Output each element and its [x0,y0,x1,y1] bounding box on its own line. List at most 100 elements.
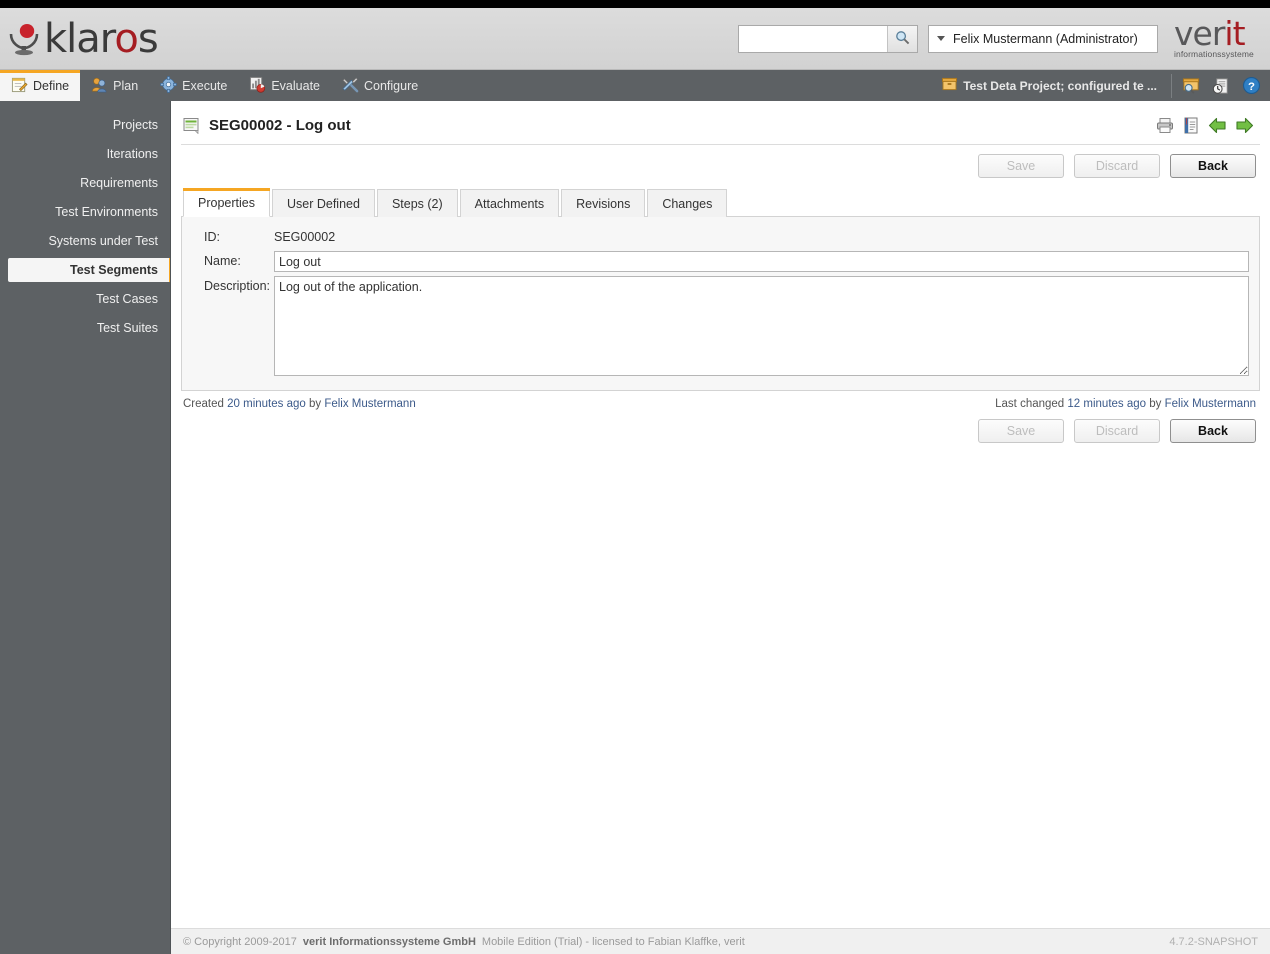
page-header: SEG00002 - Log out [181,111,1260,145]
page-action-icons [1156,117,1258,134]
current-project[interactable]: Test Deta Project; configured te ... [942,77,1167,94]
menu-item-execute[interactable]: Execute [149,70,238,101]
brand-text-1: klar [44,15,115,62]
tab-revisions[interactable]: Revisions [561,189,646,217]
description-textarea[interactable]: Log out of the application. [274,276,1249,376]
menu-label-configure: Configure [364,78,419,93]
header-right-group: Felix Mustermann (Administrator) verit i… [738,15,1270,63]
changed-time-link[interactable]: 12 minutes ago [1067,398,1146,410]
form-row-description: Description: Log out of the application. [186,276,1255,376]
changed-prefix: Last changed [995,398,1065,410]
report-icon[interactable] [1182,117,1200,134]
configure-tools-icon [342,76,359,96]
form-row-name: Name: [186,251,1255,272]
test-segment-icon [183,117,201,134]
klaros-logo-icon [8,22,40,56]
sidebar-item-projects[interactable]: Projects [0,113,170,137]
next-arrow-icon[interactable] [1235,117,1254,134]
sidebar-item-requirements[interactable]: Requirements [0,171,170,195]
footer-company: verit Informationssysteme GmbH [302,935,476,948]
menu-item-evaluate[interactable]: Evaluate [238,70,331,101]
menu-label-evaluate: Evaluate [271,78,320,93]
tab-label-properties: Properties [198,195,255,210]
created-info: Created 20 minutes ago by Felix Musterma… [183,398,416,410]
tab-label-changes: Changes [662,196,713,211]
bottom-button-row: Save Discard Back [181,410,1260,453]
sidebar-item-test-environments[interactable]: Test Environments [0,200,170,224]
sidebar-item-test-suites[interactable]: Test Suites [0,316,170,340]
sidebar-item-iterations[interactable]: Iterations [0,142,170,166]
menu-item-plan[interactable]: Plan [80,70,149,101]
sidebar-label-projects: Projects [112,118,158,132]
help-icon[interactable]: ? [1236,72,1266,100]
created-prefix: Created [183,398,224,410]
menu-item-define[interactable]: Define [0,70,81,101]
tab-properties[interactable]: Properties [183,188,270,217]
search-icon [895,30,910,48]
user-menu[interactable]: Felix Mustermann (Administrator) [928,24,1158,53]
tab-label-revisions: Revisions [576,196,631,211]
content-inner: SEG00002 - Log out Save Discard Back Pro… [171,101,1270,928]
created-by-word: by [308,398,322,410]
menu-label-execute: Execute [182,78,228,93]
menubar-right-group: Test Deta Project; configured te ... ? [942,70,1270,101]
verit-logo: verit informationssysteme [1168,15,1264,63]
created-time-link[interactable]: 20 minutes ago [227,398,306,410]
app-footer: © Copyright 2009-2017 verit Informations… [171,928,1270,954]
search-button[interactable] [887,25,917,52]
footer-version: 4.7.2-SNAPSHOT [1169,935,1258,948]
page-body: Projects Iterations Requirements Test En… [0,101,1270,954]
sidebar-label-test-segments: Test Segments [70,263,158,277]
app-header: klaros Felix Mustermann (Administrator) … [0,8,1270,70]
execute-gear-icon [160,75,177,96]
verit-text-ver: ver [1174,13,1225,53]
sidebar-item-test-cases[interactable]: Test Cases [0,287,170,311]
brand-logo[interactable]: klaros [0,15,159,62]
sidebar-nav: Projects Iterations Requirements Test En… [0,101,173,954]
chevron-down-icon [937,36,945,41]
menu-label-define: Define [33,78,70,93]
footer-license: Mobile Edition (Trial) - licensed to Fab… [481,935,745,948]
tab-changes[interactable]: Changes [647,189,728,217]
sidebar-item-systems-under-test[interactable]: Systems under Test [0,229,170,253]
name-input[interactable] [274,251,1249,272]
top-black-strip [0,0,1270,8]
search-project-icon[interactable] [1176,72,1206,100]
created-user-link[interactable]: Felix Mustermann [324,398,415,410]
menubar-divider [1171,73,1172,98]
name-label: Name: [204,254,241,268]
sidebar-label-iterations: Iterations [106,147,158,161]
tab-steps[interactable]: Steps (2) [376,189,458,217]
back-button-top[interactable]: Back [1170,154,1256,178]
footer-copyright: © Copyright 2009-2017 [183,935,297,948]
discard-button-bottom[interactable]: Discard [1074,419,1160,443]
changed-info: Last changed 12 minutes ago by Felix Mus… [995,398,1256,410]
sidebar-label-test-cases: Test Cases [96,292,158,306]
tab-attachments[interactable]: Attachments [459,189,560,217]
print-icon[interactable] [1156,117,1174,134]
changed-user-link[interactable]: Felix Mustermann [1165,398,1256,410]
sidebar-item-test-segments[interactable]: Test Segments [8,258,173,282]
description-label: Description: [204,279,270,293]
define-notepad-icon [11,76,28,96]
sidebar-label-requirements: Requirements [80,176,158,190]
form-row-id: ID: SEG00002 [186,227,1255,247]
menu-item-configure[interactable]: Configure [331,70,429,101]
back-button-bottom[interactable]: Back [1170,419,1256,443]
main-menubar: Define Plan Execute Evaluate Configure T… [0,70,1270,101]
search-input[interactable] [739,25,887,52]
page-title: SEG00002 - Log out [209,117,351,134]
tab-bar: Properties User Defined Steps (2) Attach… [181,188,1260,217]
id-label: ID: [204,230,220,244]
discard-button-top[interactable]: Discard [1074,154,1160,178]
changed-by-word: by [1149,398,1162,410]
previous-arrow-icon[interactable] [1208,117,1227,134]
save-button-bottom[interactable]: Save [978,419,1064,443]
save-button-top[interactable]: Save [978,154,1064,178]
brand-text-o: o [114,15,139,62]
recent-items-icon[interactable] [1206,72,1236,100]
brand-text-2: s [137,15,159,62]
plan-users-icon [91,76,108,96]
global-search[interactable] [738,24,918,53]
tab-user-defined[interactable]: User Defined [271,189,375,217]
